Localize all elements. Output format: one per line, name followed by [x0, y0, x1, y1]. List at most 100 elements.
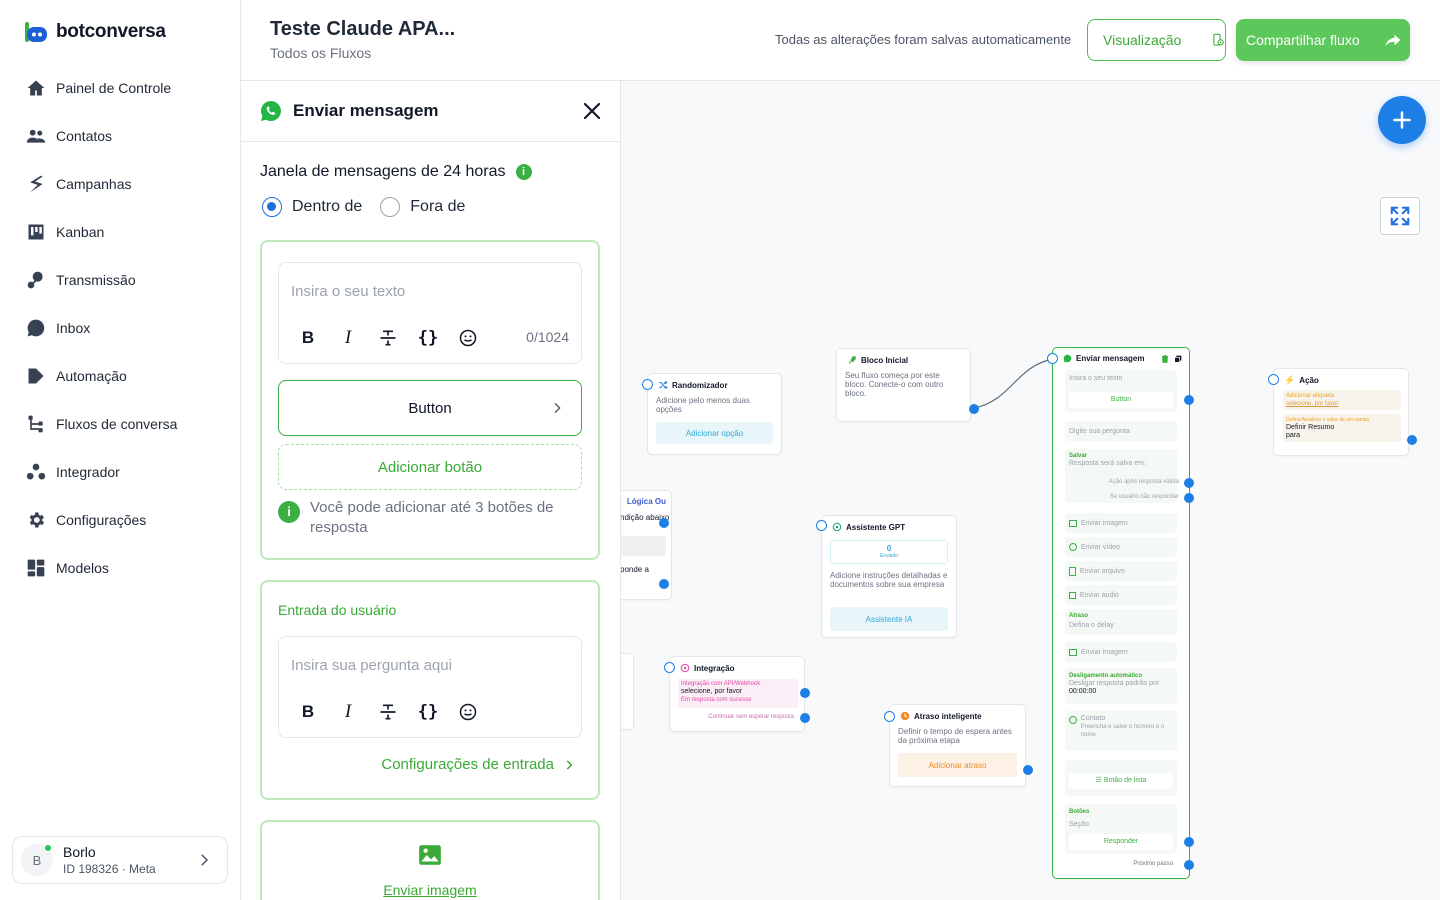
sidebar-item-automation[interactable]: Automação [0, 352, 240, 400]
radio-outside-window[interactable]: Fora de [380, 197, 465, 217]
node-partial[interactable] [621, 653, 634, 730]
bold-icon[interactable]: B [297, 701, 319, 723]
send-image-label: Enviar imagem [1081, 519, 1128, 527]
node-smart-delay[interactable]: Atraso inteligente Definir o tempo de es… [884, 704, 1033, 787]
bold-icon[interactable]: B [297, 327, 319, 349]
set-field-section[interactable]: Definir/Atualizar o valor de um campo De… [1283, 414, 1401, 442]
list-icon: ☰ [1095, 777, 1102, 784]
node-output-port[interactable] [1184, 837, 1194, 847]
node-output-port[interactable] [1407, 435, 1417, 445]
emoji-icon[interactable] [457, 701, 479, 723]
italic-icon[interactable]: I [337, 701, 359, 723]
radio-inside-window[interactable]: Dentro de [262, 197, 362, 217]
send-audio-row[interactable]: Enviar áudio [1065, 585, 1177, 605]
brand-logo[interactable]: botconversa [24, 20, 166, 44]
node-output-port[interactable] [1023, 765, 1033, 775]
preview-button[interactable]: Visualização [1087, 19, 1226, 61]
node-output-port[interactable] [1184, 395, 1194, 405]
trash-icon[interactable] [1161, 355, 1169, 363]
breadcrumb-all-flows[interactable]: Todos os Fluxos [270, 45, 371, 61]
duplicate-icon[interactable] [1174, 355, 1182, 363]
strikethrough-icon[interactable] [377, 327, 399, 349]
node-input-port[interactable] [1268, 374, 1279, 385]
sidebar-item-label: Painel de Controle [56, 80, 172, 96]
emoji-icon[interactable] [457, 327, 479, 349]
sidebar-item-kanban[interactable]: Kanban [0, 208, 240, 256]
strikethrough-icon[interactable] [377, 701, 399, 723]
node-title-text: Assistente GPT [846, 522, 906, 532]
valid-response-label: Ação após resposta válida [1108, 479, 1179, 485]
sidebar-item-contacts[interactable]: Contatos [0, 112, 240, 160]
add-option-button[interactable]: Adicionar opção [656, 422, 773, 444]
node-start[interactable]: Bloco Inicial Seu fluxo começa por este … [836, 348, 979, 422]
node-input-port[interactable] [1047, 353, 1058, 364]
ai-assistant-button[interactable]: Assistente IA [830, 607, 948, 631]
node-input-port[interactable] [664, 662, 675, 673]
reply-button[interactable]: Responder [1069, 834, 1173, 850]
node-action[interactable]: ⚡ Ação Adicionar etiqueta selecione, por… [1268, 368, 1417, 456]
send-node-button[interactable]: Button [1069, 392, 1173, 408]
node-input-port[interactable] [816, 520, 827, 531]
radio-inside-control[interactable] [262, 197, 282, 217]
flow-canvas[interactable]: Randomizador Adicione pelo menos duas op… [621, 81, 1440, 900]
variable-braces-icon[interactable]: {} [417, 701, 439, 723]
node-gpt-assistant[interactable]: Assistente GPT 0 Enviado Adicione instru… [816, 515, 957, 638]
variable-braces-icon[interactable]: {} [417, 327, 439, 349]
node-integration[interactable]: Integração Integração com API/Webhook se… [664, 656, 810, 732]
flow-title[interactable]: Teste Claude APA... [270, 18, 455, 41]
sidebar-item-broadcast[interactable]: Transmissão [0, 256, 240, 304]
delay-section[interactable]: Atraso Defina o delay [1065, 609, 1177, 635]
input-settings-link[interactable]: Configurações de entrada [381, 756, 576, 773]
online-status-dot [44, 844, 52, 852]
sidebar-item-settings[interactable]: Configurações [0, 496, 240, 544]
message-text-input[interactable]: Insira o seu texto B I {} 0/1024 [278, 262, 582, 364]
node-logic-or[interactable]: Lógica Ou ndição abaixo ponde a [621, 490, 672, 600]
node-output-port[interactable] [969, 404, 979, 414]
auto-off-time: 00:00:00 [1069, 688, 1097, 695]
add-tag-section[interactable]: Adicionar etiqueta selecione, por favor [1283, 390, 1401, 410]
send-image-link[interactable]: Enviar imagem [262, 882, 598, 898]
reply-button-item[interactable]: Button [278, 380, 582, 436]
node-input-port[interactable] [884, 711, 895, 722]
node-output-port[interactable] [659, 518, 669, 528]
user-name: Borlo [63, 844, 96, 860]
close-icon[interactable] [580, 99, 604, 123]
node-output-port[interactable] [1184, 478, 1194, 488]
info-icon[interactable]: i [515, 164, 532, 180]
send-video-row[interactable]: Enviar vídeo [1065, 537, 1177, 557]
reply-button-label: Button [408, 399, 452, 417]
question-input[interactable]: Insira sua pergunta aqui B I {} [278, 636, 582, 738]
node-title: ⚡ Ação [1284, 375, 1319, 386]
add-block-button[interactable] [1378, 96, 1426, 144]
node-output-port[interactable] [1184, 860, 1194, 870]
auto-off-section[interactable]: Desligamento automático Desligar respost… [1065, 668, 1177, 704]
sidebar-item-conversation-flows[interactable]: Fluxos de conversa [0, 400, 240, 448]
autosave-status: Todas as alterações foram salvas automat… [775, 32, 1072, 47]
send-image-row[interactable]: Enviar imagem [1065, 513, 1177, 533]
node-output-port[interactable] [659, 579, 669, 589]
node-randomizer[interactable]: Randomizador Adicione pelo menos duas op… [642, 373, 782, 455]
sidebar-item-campaigns[interactable]: Campanhas [0, 160, 240, 208]
sidebar-item-integrator[interactable]: Integrador [0, 448, 240, 496]
node-input-port[interactable] [642, 379, 653, 390]
node-output-port[interactable] [1184, 493, 1194, 503]
sidebar-item-inbox[interactable]: Inbox [0, 304, 240, 352]
node-output-port[interactable] [800, 688, 810, 698]
user-account-card[interactable]: B Borlo ID 198326 · Meta [12, 836, 228, 884]
send-file-row[interactable]: Enviar arquivo [1065, 561, 1177, 581]
add-button-button[interactable]: Adicionar botão [278, 444, 582, 490]
contact-section[interactable]: Contato Preencha e salve o número e o no… [1065, 711, 1177, 751]
integration-select[interactable]: selecione, por favor [681, 688, 795, 696]
sidebar-item-dashboard[interactable]: Painel de Controle [0, 64, 240, 112]
node-title: Bloco Inicial [847, 355, 908, 365]
add-delay-button[interactable]: Adicionar atraso [898, 753, 1017, 777]
node-output-port[interactable] [800, 713, 810, 723]
radio-outside-control[interactable] [380, 197, 401, 217]
italic-icon[interactable]: I [337, 327, 359, 349]
sidebar-item-templates[interactable]: Modelos [0, 544, 240, 592]
node-send-message[interactable]: Enviar mensagem Insira o seu texto Butto… [1047, 347, 1194, 879]
list-button[interactable]: ☰ Botão de lista [1069, 773, 1173, 789]
send-image-row-2[interactable]: Enviar imagem [1065, 642, 1177, 662]
fit-view-button[interactable] [1380, 197, 1420, 235]
share-flow-button[interactable]: Compartilhar fluxo [1236, 19, 1410, 61]
